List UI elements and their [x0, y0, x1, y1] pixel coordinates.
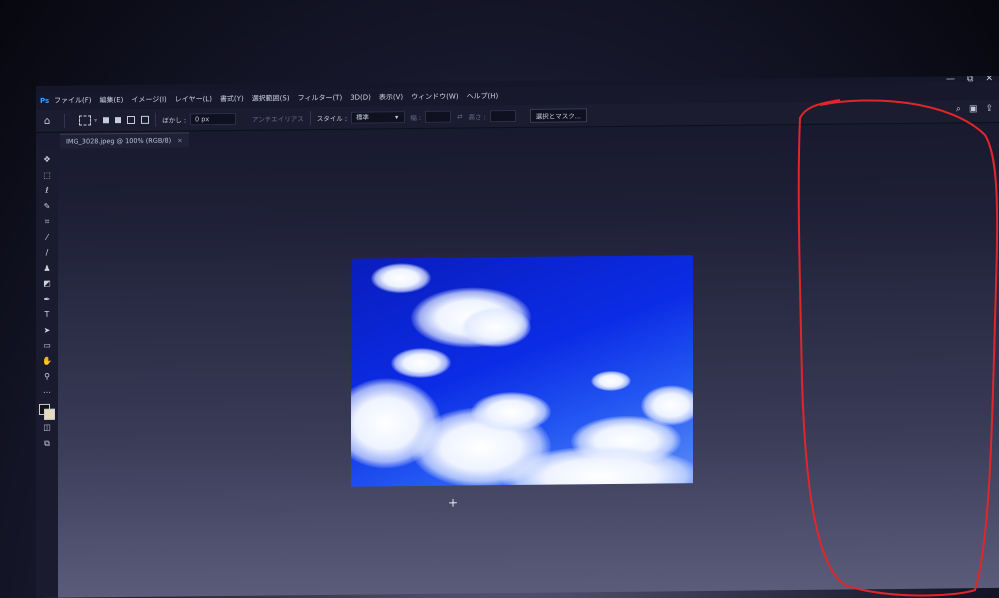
pen-icon[interactable]: ✒: [44, 291, 51, 307]
path-select-icon[interactable]: ➤: [44, 322, 51, 338]
menu-image[interactable]: イメージ(I): [131, 95, 166, 105]
divider: [155, 112, 157, 127]
menu-view[interactable]: 表示(V): [379, 92, 403, 102]
subtract-selection-icon[interactable]: [127, 115, 136, 125]
minimize-icon[interactable]: —: [946, 76, 955, 85]
marquee-icon[interactable]: ⬚: [43, 167, 51, 183]
cloud: [391, 347, 451, 379]
width-label: 幅 :: [410, 113, 422, 123]
move-icon[interactable]: ✥: [44, 152, 51, 168]
lasso-icon[interactable]: ℓ: [45, 183, 48, 199]
marquee-tool-icon[interactable]: [79, 115, 91, 126]
menu-window[interactable]: ウィンドウ(W): [411, 92, 458, 102]
menu-help[interactable]: ヘルプ(H): [467, 91, 499, 101]
antialias-checkbox[interactable]: アンチエイリアス: [252, 113, 304, 124]
hand-icon[interactable]: ✋: [42, 353, 52, 369]
feather-label: ぼかし :: [162, 116, 187, 125]
rectangle-icon[interactable]: ▭: [43, 338, 51, 354]
screen-mode-icon[interactable]: ⧉: [44, 435, 50, 451]
divider: [64, 113, 65, 128]
canvas-image-sky[interactable]: [351, 255, 693, 487]
window-controls: — ⧉ ✕: [946, 76, 993, 85]
crop-icon[interactable]: ⌗: [45, 214, 50, 230]
close-icon[interactable]: ✕: [985, 76, 993, 84]
ps-logo-icon[interactable]: Ps: [40, 97, 54, 105]
brush-icon[interactable]: ∕: [46, 245, 49, 261]
cloud: [641, 385, 693, 426]
color-swatches[interactable]: [39, 403, 55, 420]
swap-icon[interactable]: ⇄: [457, 113, 462, 121]
type-icon[interactable]: T: [45, 307, 50, 323]
select-and-mask-button[interactable]: 選択とマスク...: [529, 108, 587, 123]
document-tab-title: IMG_3028.jpeg @ 100% (RGB/8): [66, 136, 172, 146]
photoshop-window: Ps ファイル(F) 編集(E) イメージ(I) レイヤー(L) 書式(Y) 選…: [36, 75, 999, 598]
style-label: スタイル :: [316, 114, 348, 124]
feather-input[interactable]: 0 px: [190, 112, 237, 126]
chevron-down-icon[interactable]: ▾: [94, 116, 97, 124]
menu-filter[interactable]: フィルター(T): [298, 93, 343, 103]
crosshair-cursor-icon: +: [448, 495, 459, 510]
home-icon[interactable]: ⌂: [36, 115, 58, 126]
document-tab[interactable]: IMG_3028.jpeg @ 100% (RGB/8) ×: [60, 132, 189, 149]
menu-type[interactable]: 書式(Y): [220, 94, 244, 104]
zoom-icon[interactable]: ⚲: [44, 369, 50, 385]
menu-layer[interactable]: レイヤー(L): [175, 94, 212, 104]
divider: [309, 111, 311, 126]
restore-icon[interactable]: ⧉: [967, 76, 973, 84]
close-tab-icon[interactable]: ×: [177, 136, 182, 144]
cloud: [371, 262, 431, 294]
tools-panel: ✥ ⬚ ℓ ✎ ⌗ ⁄ ∕ ♟ ◩ ✒ T ➤ ▭ ✋ ⚲ ⋯ ◫ ⧉: [36, 147, 58, 598]
cloud: [591, 370, 631, 392]
chevron-down-icon[interactable]: ▾: [395, 113, 398, 121]
eraser-icon[interactable]: ◩: [43, 276, 51, 292]
share-icon[interactable]: ⇪: [985, 104, 993, 114]
eyedropper-icon[interactable]: ⁄: [46, 229, 47, 245]
menu-edit[interactable]: 編集(E): [100, 95, 124, 105]
quick-select-icon[interactable]: ✎: [44, 198, 51, 214]
intersect-selection-icon[interactable]: [141, 115, 150, 124]
more-icon[interactable]: ⋯: [43, 384, 51, 400]
menu-select[interactable]: 選択範囲(S): [252, 93, 290, 103]
background-color[interactable]: [44, 408, 55, 420]
search-icon[interactable]: ⌕: [956, 104, 961, 114]
menu-3d[interactable]: 3D(D): [350, 93, 371, 101]
width-input[interactable]: [425, 110, 452, 123]
quick-mask-icon[interactable]: ◫: [43, 420, 51, 436]
height-label: 高さ :: [468, 113, 486, 122]
height-input[interactable]: [489, 109, 516, 123]
workspace-icon[interactable]: ▣: [969, 104, 978, 114]
new-selection-icon[interactable]: [103, 117, 110, 124]
stamp-icon[interactable]: ♟: [43, 260, 50, 276]
menu-file[interactable]: ファイル(F): [54, 95, 92, 105]
cloud: [461, 306, 531, 348]
add-selection-icon[interactable]: [115, 117, 122, 124]
options-right-icons: ⌕ ▣ ⇪: [956, 104, 993, 114]
